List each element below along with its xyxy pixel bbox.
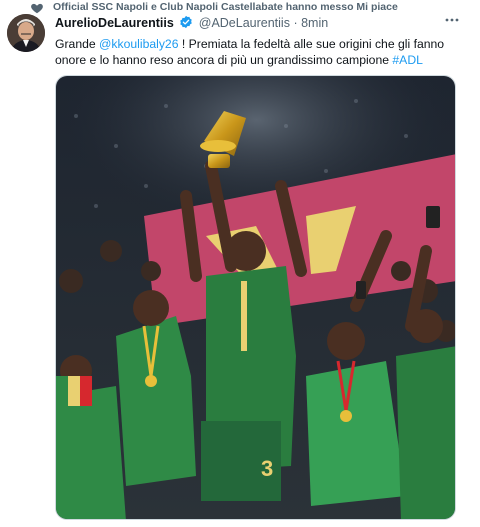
team-celebration-photo: 3 (56, 76, 455, 519)
tweet-media[interactable]: 3 (55, 75, 456, 520)
more-options-icon[interactable] (445, 15, 459, 25)
user-handle[interactable]: @ADeLaurentiis (199, 16, 290, 30)
verified-badge-icon (180, 15, 193, 29)
hashtag-link[interactable]: #ADL (392, 53, 423, 67)
tweet-text: Grande @kkoulibaly26 ! Premiata la fedel… (55, 36, 455, 68)
svg-text:3: 3 (261, 456, 273, 481)
timestamp[interactable]: 8min (301, 16, 328, 30)
separator-dot: · (293, 16, 298, 30)
avatar-photo (7, 14, 45, 52)
avatar[interactable] (7, 14, 45, 52)
social-context-text[interactable]: Official SSC Napoli e Club Napoli Castel… (53, 1, 398, 13)
mention-link[interactable]: @kkoulibaly26 (99, 37, 178, 51)
social-context: Official SSC Napoli e Club Napoli Castel… (0, 0, 480, 16)
heart-icon (31, 3, 43, 14)
tweet-text-part1: Grande (55, 37, 100, 51)
display-name[interactable]: AurelioDeLaurentiis (55, 16, 174, 30)
tweet-header: AurelioDeLaurentiis @ADeLaurentiis · 8mi… (55, 15, 328, 33)
